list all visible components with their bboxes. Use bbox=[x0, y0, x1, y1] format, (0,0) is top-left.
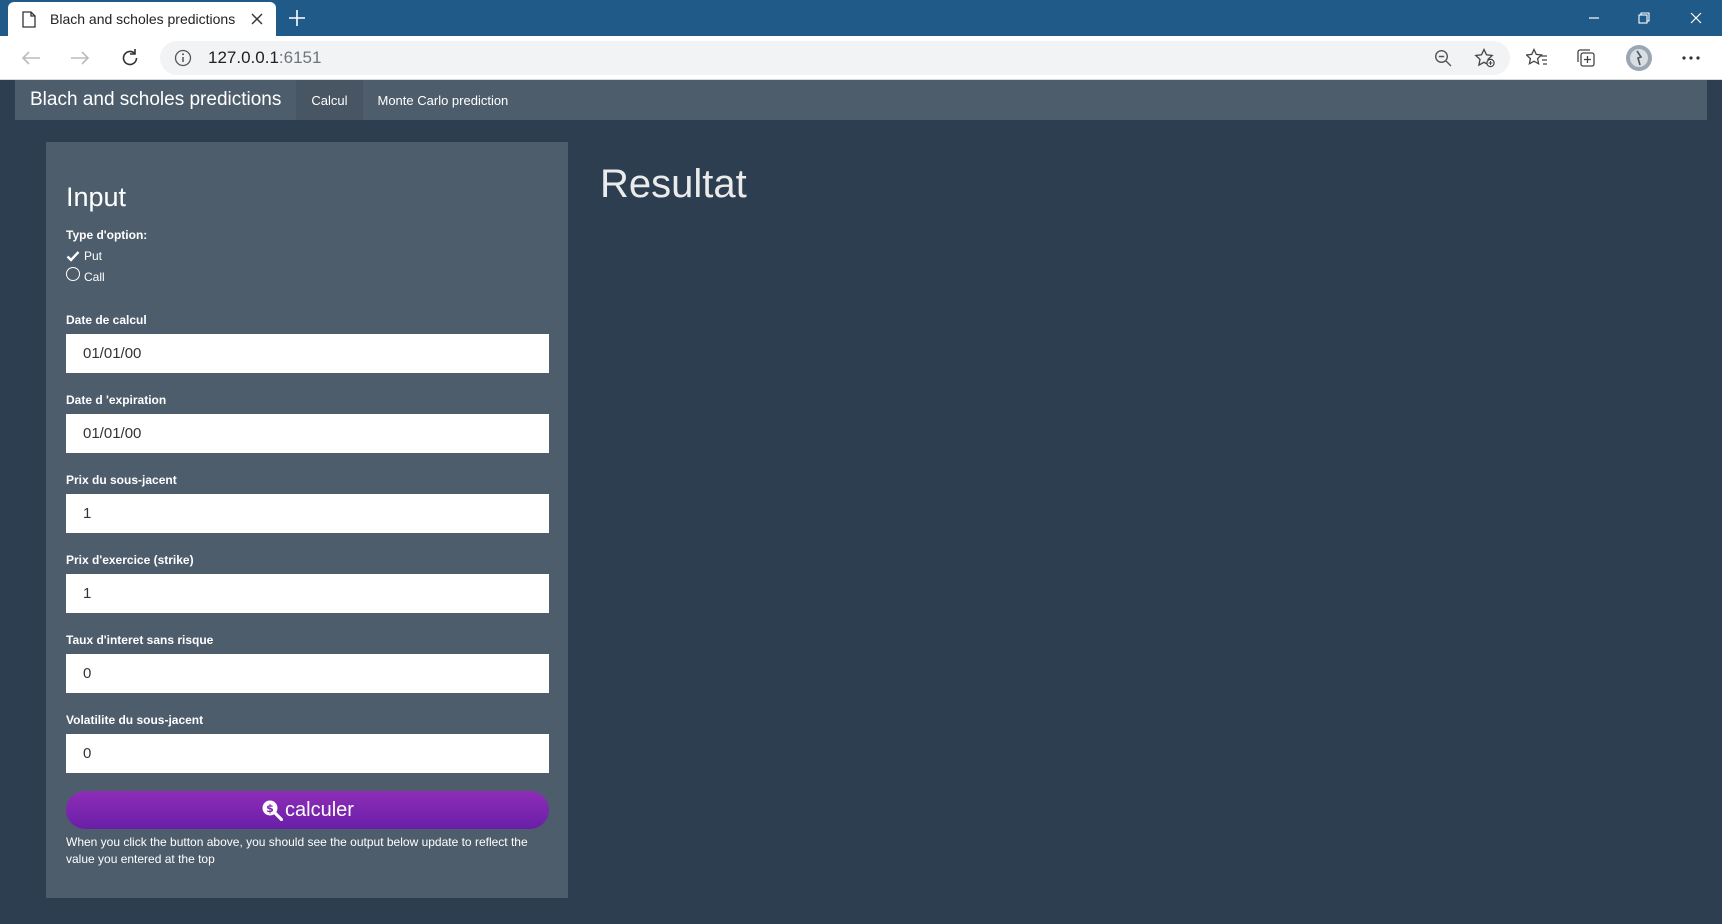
document-icon bbox=[22, 10, 36, 28]
taux-interet-input[interactable] bbox=[66, 654, 549, 693]
browser-tab-bar: Blach and scholes predictions bbox=[0, 0, 1722, 36]
input-panel: Input Type d'option: Put Call Date de ca… bbox=[46, 142, 568, 898]
more-options-icon[interactable] bbox=[1676, 44, 1706, 72]
favorites-icon[interactable] bbox=[1522, 44, 1552, 72]
url-host: 127.0.0.1 bbox=[208, 48, 279, 67]
add-favorite-icon[interactable] bbox=[1470, 44, 1500, 72]
result-title: Resultat bbox=[600, 162, 747, 206]
calculer-button[interactable]: $ calculer bbox=[66, 791, 549, 829]
checkmark-icon bbox=[66, 250, 80, 262]
zoom-out-icon[interactable] bbox=[1428, 44, 1458, 72]
date-expiration-label: Date d 'expiration bbox=[66, 393, 167, 407]
volatilite-label: Volatilite du sous-jacent bbox=[66, 713, 204, 727]
refresh-icon[interactable] bbox=[115, 44, 145, 72]
option-put[interactable]: Put bbox=[66, 249, 102, 263]
calculer-button-label: calculer bbox=[285, 798, 354, 821]
browser-tab[interactable]: Blach and scholes predictions bbox=[8, 2, 276, 36]
profile-avatar[interactable] bbox=[1624, 44, 1654, 72]
navbar-brand[interactable]: Blach and scholes predictions bbox=[15, 89, 296, 111]
option-put-label: Put bbox=[84, 249, 103, 263]
option-call[interactable]: Call bbox=[66, 267, 105, 284]
search-dollar-icon: $ bbox=[261, 799, 284, 821]
back-arrow-icon[interactable] bbox=[16, 44, 46, 72]
tab-calcul[interactable]: Calcul bbox=[296, 80, 363, 120]
date-expiration-input[interactable] bbox=[66, 414, 549, 453]
prix-exercice-label: Prix d'exercice (strike) bbox=[66, 553, 194, 567]
close-tab-icon[interactable] bbox=[248, 10, 266, 28]
tab-monte-carlo[interactable]: Monte Carlo prediction bbox=[363, 80, 524, 120]
svg-text:$: $ bbox=[266, 802, 274, 815]
prix-sous-jacent-label: Prix du sous-jacent bbox=[66, 473, 177, 487]
help-text: When you click the button above, you sho… bbox=[66, 835, 528, 866]
date-calcul-label: Date de calcul bbox=[66, 313, 147, 327]
info-icon[interactable] bbox=[174, 49, 192, 67]
app-navbar: Blach and scholes predictions Calcul Mon… bbox=[15, 80, 1707, 120]
browser-toolbar: 127.0.0.1:6151 bbox=[0, 36, 1722, 80]
panel-title: Input bbox=[66, 182, 127, 212]
volatilite-input[interactable] bbox=[66, 734, 549, 773]
prix-exercice-input[interactable] bbox=[66, 574, 549, 613]
url-port: :6151 bbox=[278, 48, 322, 67]
prix-sous-jacent-input[interactable] bbox=[66, 494, 549, 533]
minimize-icon[interactable] bbox=[1574, 4, 1614, 32]
collections-icon[interactable] bbox=[1572, 44, 1602, 72]
restore-icon[interactable] bbox=[1624, 4, 1664, 32]
new-tab-icon[interactable] bbox=[286, 7, 308, 29]
radio-button[interactable] bbox=[66, 267, 80, 281]
forward-arrow-icon[interactable] bbox=[65, 44, 95, 72]
taux-interet-label: Taux d'interet sans risque bbox=[66, 633, 214, 647]
close-window-icon[interactable] bbox=[1676, 4, 1716, 32]
option-type-label: Type d'option: bbox=[66, 228, 148, 242]
date-calcul-input[interactable] bbox=[66, 334, 549, 373]
browser-tab-title: Blach and scholes predictions bbox=[50, 11, 236, 27]
address-bar[interactable]: 127.0.0.1:6151 bbox=[160, 41, 1510, 75]
option-call-label: Call bbox=[84, 270, 105, 284]
